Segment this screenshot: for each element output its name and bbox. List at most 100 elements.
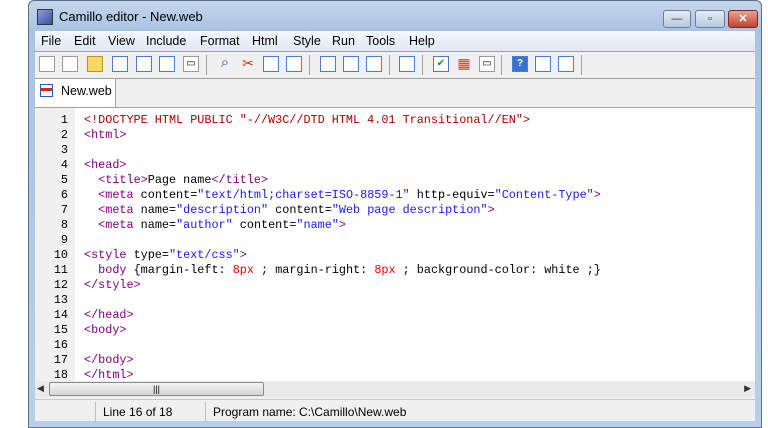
find-icon[interactable]: ⌕ <box>217 55 233 72</box>
code-token-val: "Content-Type" <box>494 188 594 202</box>
tab-new-web[interactable]: New.web <box>35 79 116 107</box>
colors-icon[interactable]: ▦ <box>456 56 472 72</box>
new-icon[interactable] <box>39 56 55 72</box>
code-token-val: "Web page description" <box>331 203 488 217</box>
cut-icon[interactable]: ✂ <box>240 56 256 72</box>
code-token-val: "description" <box>176 203 269 217</box>
code-token-attr: content= <box>268 203 332 217</box>
status-bar: Line 16 of 18 Program name: C:\Camillo\N… <box>35 399 755 424</box>
menu-run[interactable]: Run <box>332 34 355 48</box>
list-icon[interactable] <box>366 56 382 72</box>
code-line: <meta content="text/html;charset=ISO-885… <box>84 188 601 202</box>
code-token-tag: <meta <box>98 218 134 232</box>
app-icon <box>37 9 53 25</box>
code-token-tag: </html> <box>84 368 134 382</box>
menu-tools[interactable]: Tools <box>366 34 395 48</box>
toolbar-separator <box>309 55 310 75</box>
web-file-icon <box>40 84 53 97</box>
code-token-tag: <meta <box>98 203 134 217</box>
code-token-attr: name= <box>133 218 177 232</box>
line-number: 6 <box>60 188 68 202</box>
code-token-val: "text/html;charset=ISO-8859-1" <box>197 188 410 202</box>
title-bar: Camillo editor - New.web — ▫ ✕ <box>29 1 761 31</box>
line-number: 5 <box>60 173 68 187</box>
code-line: <style type="text/css"> <box>84 248 247 262</box>
code-line: <!DOCTYPE HTML PUBLIC "-//W3C//DTD HTML … <box>84 113 530 127</box>
code-token-attr: http-equiv= <box>409 188 495 202</box>
paste-icon[interactable] <box>286 56 302 72</box>
window-title: Camillo editor - New.web <box>59 9 203 24</box>
document-icon[interactable] <box>112 56 128 72</box>
code-token-attr: content= <box>232 218 297 232</box>
line-number: 17 <box>53 353 68 367</box>
save-icon[interactable] <box>159 56 175 72</box>
help-icon[interactable]: ? <box>512 56 528 72</box>
menu-help[interactable]: Help <box>409 34 435 48</box>
scrollbar-thumb[interactable]: ||| <box>49 382 264 396</box>
minimize-button[interactable]: — <box>663 10 691 28</box>
line-number: 16 <box>53 338 68 352</box>
line-number: 9 <box>60 233 68 247</box>
menu-format[interactable]: Format <box>200 34 240 48</box>
copy-icon[interactable] <box>263 56 279 72</box>
print-preview-icon[interactable]: ▭ <box>479 56 495 72</box>
table-icon[interactable] <box>343 56 359 72</box>
code-token-tag: <head> <box>84 158 127 172</box>
code-token-val: "text/css" <box>168 248 240 262</box>
line-number: 4 <box>60 158 68 172</box>
open-folder-icon[interactable] <box>87 56 103 72</box>
menu-include[interactable]: Include <box>146 34 186 48</box>
menu-style[interactable]: Style <box>293 34 321 48</box>
properties-icon[interactable] <box>558 56 574 72</box>
code-token-attr: type= <box>126 248 169 262</box>
validate-icon[interactable]: ✔ <box>433 56 449 72</box>
code-token-val: "author" <box>176 218 233 232</box>
code-token-tag: > <box>338 218 346 232</box>
code-token-attr: content= <box>133 188 198 202</box>
code-token-tag: </title> <box>211 173 269 187</box>
status-program-name: Program name: C:\Camillo\New.web <box>213 405 407 419</box>
code-token-attr: ; margin-right: <box>253 263 375 277</box>
line-number: 7 <box>60 203 68 217</box>
close-button[interactable]: ✕ <box>728 10 758 28</box>
code-token-attr: name= <box>133 203 177 217</box>
code-line: <body> <box>84 323 126 337</box>
scroll-left-icon[interactable]: ◀ <box>37 383 44 394</box>
toolbar-separator <box>422 55 423 75</box>
image-icon[interactable] <box>320 56 336 72</box>
line-number-gutter: 1 2 3 4 5 6 7 8 9 10 11 12 13 14 15 16 17 18 <box>35 108 75 382</box>
code-token-tag: > <box>487 203 495 217</box>
scroll-right-icon[interactable]: ▶ <box>744 383 751 394</box>
menu-view[interactable]: View <box>108 34 135 48</box>
code-line: <meta name="description" content="Web pa… <box>84 203 495 217</box>
window-icon[interactable] <box>535 56 551 72</box>
editor-window: Camillo editor - New.web — ▫ ✕ File Edit V… <box>28 0 762 428</box>
horizontal-scrollbar[interactable]: ◀ ||| ▶ <box>35 381 755 397</box>
code-line: <title>Page name</title> <box>84 173 268 187</box>
maximize-button[interactable]: ▫ <box>695 10 725 28</box>
code-token-tag: body <box>98 263 127 277</box>
web-page-icon[interactable] <box>136 56 152 72</box>
code-line: body {margin-left: 8px ; margin-right: 8… <box>84 263 601 277</box>
menu-edit[interactable]: Edit <box>74 34 96 48</box>
line-number: 15 <box>53 323 68 337</box>
code-token-num: 8px <box>232 263 254 277</box>
form-icon[interactable] <box>399 56 415 72</box>
status-line-position: Line 16 of 18 <box>103 405 173 419</box>
code-token-tag: </style> <box>84 278 141 292</box>
code-token-tag: <style <box>84 248 127 262</box>
code-line: </style> <box>84 278 141 292</box>
line-number: 18 <box>53 368 68 382</box>
new-document-icon[interactable] <box>62 56 78 72</box>
print-icon[interactable]: ▭ <box>183 56 199 72</box>
menu-file[interactable]: File <box>41 34 61 48</box>
toolbar-separator <box>581 55 582 75</box>
menu-html[interactable]: Html <box>252 34 278 48</box>
line-number: 11 <box>53 263 68 277</box>
line-number: 10 <box>53 248 68 262</box>
menu-bar: File Edit View Include Format Html Style Run Too… <box>35 31 755 51</box>
code-editor[interactable]: 1 2 3 4 5 6 7 8 9 10 11 12 13 14 15 16 17 18 <!DOCTYPE HT… <box>35 107 755 382</box>
code-token-doctype: <!DOCTYPE HTML PUBLIC "-//W3C//DTD HTML … <box>84 113 530 127</box>
